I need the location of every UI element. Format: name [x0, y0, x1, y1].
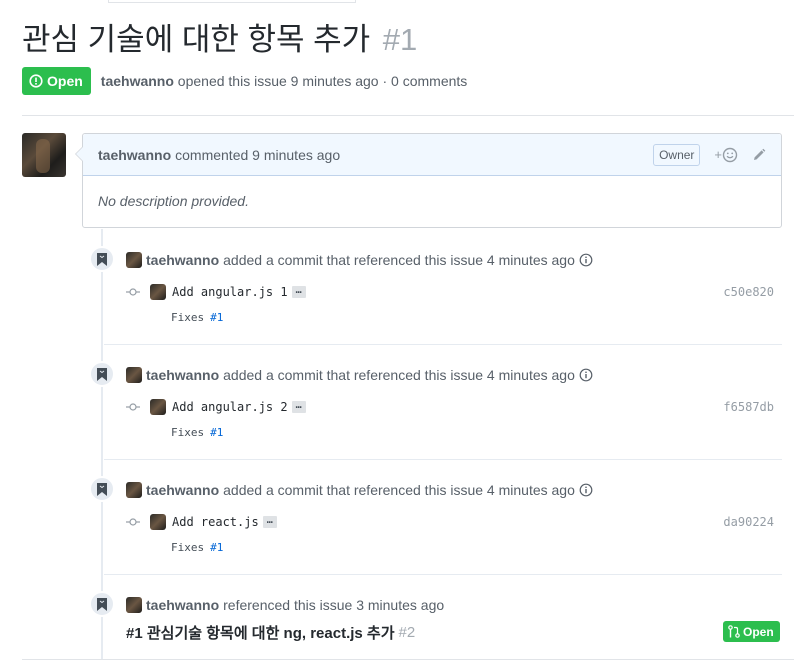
issue-opened-text: opened this issue 9 minutes ago · 0 comm…	[177, 73, 468, 89]
event-divider	[104, 574, 782, 575]
avatar[interactable]	[126, 252, 142, 268]
info-icon[interactable]	[579, 253, 593, 267]
edit-comment-button[interactable]	[752, 148, 766, 162]
commit-icon	[126, 518, 144, 526]
referenced-state-badge: Open	[723, 621, 780, 642]
event-badge	[89, 591, 115, 617]
event-badge	[89, 476, 115, 502]
info-icon[interactable]	[579, 368, 593, 382]
commit-sha-link[interactable]: f6587db	[723, 400, 774, 414]
issue-opened-icon	[29, 74, 43, 88]
issue-meta-text: taehwanno opened this issue 9 minutes ag…	[101, 73, 468, 89]
avatar[interactable]	[126, 597, 142, 613]
referenced-issue-number[interactable]: #2	[399, 624, 416, 641]
referenced-issue-title: #1 관심기술 항목에 대한 ng, react.js 추가 #2	[126, 621, 415, 643]
issue-state-badge: Open	[22, 67, 91, 95]
commit-description: Fixes #1	[171, 424, 223, 440]
avatar[interactable]	[126, 482, 142, 498]
event-badge	[89, 246, 115, 272]
event-line: taehwanno added a commit that referenced…	[126, 250, 593, 270]
event-divider	[104, 344, 782, 345]
event-author-link[interactable]: taehwanno	[146, 482, 219, 498]
avatar[interactable]	[150, 399, 166, 415]
issue-author-link[interactable]: taehwanno	[101, 73, 174, 89]
commit-description: Fixes #1	[171, 309, 223, 325]
commit-row: Add angular.js 2 … f6587db	[126, 397, 782, 417]
event-line: taehwanno added a commit that referenced…	[126, 365, 593, 385]
avatar[interactable]	[150, 284, 166, 300]
comment-header: taehwanno commented 9 minutes ago Owner …	[83, 134, 781, 176]
smiley-icon	[722, 147, 738, 162]
fixes-label: Fixes	[171, 425, 205, 439]
pencil-icon	[754, 148, 766, 160]
fixes-issue-link[interactable]: #1	[210, 541, 223, 554]
commit-description: Fixes #1	[171, 539, 223, 555]
bookmark-icon	[97, 252, 107, 266]
event-line: taehwanno referenced this issue 3 minute…	[126, 595, 444, 615]
commit-message-link[interactable]: Add angular.js 1	[172, 285, 288, 299]
event-author-link[interactable]: taehwanno	[146, 367, 219, 383]
commit-sha-link[interactable]: da90224	[723, 515, 774, 529]
event-line: taehwanno added a commit that referenced…	[126, 480, 593, 500]
reaction-plus: +	[714, 147, 722, 162]
owner-badge: Owner	[653, 143, 701, 166]
issue-title: 관심 기술에 대한 항목 추가 #1	[22, 20, 417, 60]
commit-message-link[interactable]: Add react.js	[172, 515, 259, 529]
expand-commit-button[interactable]: …	[291, 401, 306, 413]
referenced-state-label: Open	[743, 624, 774, 639]
fixes-issue-link[interactable]: #1	[210, 311, 223, 324]
expand-commit-button[interactable]: …	[291, 286, 306, 298]
commit-icon	[126, 403, 144, 411]
event-author-link[interactable]: taehwanno	[146, 597, 219, 613]
add-reaction-button[interactable]: +	[714, 147, 738, 163]
event-divider	[104, 459, 782, 460]
event-action-text: referenced this issue 3 minutes ago	[223, 597, 445, 613]
commit-icon	[126, 288, 144, 296]
info-icon[interactable]	[579, 483, 593, 497]
commit-row: Add angular.js 1 … c50e820	[126, 282, 782, 302]
comment-body: No description provided.	[98, 193, 249, 209]
fixes-label: Fixes	[171, 310, 205, 324]
header-divider	[22, 115, 794, 116]
issue-title-text: 관심 기술에 대한 항목 추가	[22, 22, 371, 57]
expand-commit-button[interactable]: …	[262, 516, 277, 528]
bookmark-icon	[97, 597, 107, 611]
top-tab-edge	[108, 0, 356, 3]
issue-number: #1	[382, 22, 418, 57]
event-author-link[interactable]: taehwanno	[146, 252, 219, 268]
bottom-divider	[22, 659, 794, 660]
issue-meta: Open taehwanno opened this issue 9 minut…	[22, 67, 467, 95]
event-badge	[89, 361, 115, 387]
comment-box: taehwanno commented 9 minutes ago Owner …	[75, 133, 782, 228]
comment-author-link[interactable]: taehwanno	[98, 147, 171, 163]
pull-request-icon	[728, 625, 740, 638]
fixes-label: Fixes	[171, 540, 205, 554]
bookmark-icon	[97, 482, 107, 496]
commit-sha-link[interactable]: c50e820	[723, 285, 774, 299]
avatar[interactable]	[150, 514, 166, 530]
avatar[interactable]	[22, 133, 66, 177]
referenced-issue-link[interactable]: #1 관심기술 항목에 대한 ng, react.js 추가	[126, 622, 395, 643]
commit-row: Add react.js … da90224	[126, 512, 782, 532]
comment-action-text[interactable]: commented 9 minutes ago	[175, 147, 340, 163]
event-action-text: added a commit that referenced this issu…	[223, 482, 575, 498]
bookmark-icon	[97, 367, 107, 381]
event-action-text: added a commit that referenced this issu…	[223, 252, 575, 268]
commit-message-link[interactable]: Add angular.js 2	[172, 400, 288, 414]
event-action-text: added a commit that referenced this issu…	[223, 367, 575, 383]
avatar[interactable]	[126, 367, 142, 383]
issue-state-label: Open	[47, 73, 83, 89]
fixes-issue-link[interactable]: #1	[210, 426, 223, 439]
